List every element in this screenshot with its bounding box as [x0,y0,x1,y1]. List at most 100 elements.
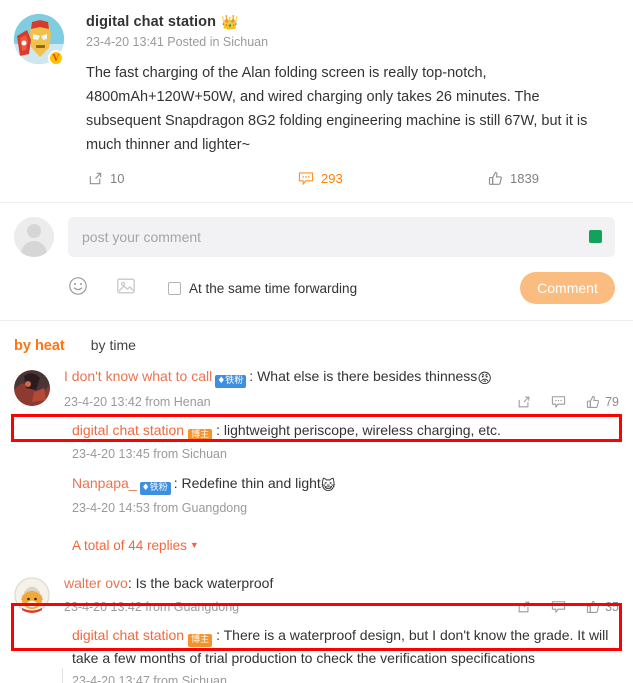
comment-text-line: walter ovo: Is the back waterproof [64,573,619,594]
comment-separator: : [127,575,132,591]
thumbs-up-icon [586,600,600,613]
reply-text: lightweight periscope, wireless charging… [223,422,501,438]
share-icon [89,172,102,185]
comment-reply-action[interactable] [551,600,566,614]
reply-text-line: Nanpapa_ ♦铁粉: Redefine thin and light😺 [72,472,619,496]
commenter-avatar[interactable] [14,577,50,613]
share-icon [518,601,530,613]
comment-share-action[interactable] [517,395,531,409]
comment-meta-row: 23-4-20 13:42 from Guangdong 35 [64,600,619,614]
reply-item: Nanpapa_ ♦铁粉: Redefine thin and light😺 23… [72,472,619,515]
reply-emoji: 😺 [320,477,336,493]
commenter-name[interactable]: I don't know what to call [64,368,212,384]
composer-tools: At the same time forwarding Comment [68,272,615,304]
reply-author-name[interactable]: digital chat station [72,627,184,643]
thumbs-up-icon [586,395,600,408]
comment-text-line: I don't know what to call ♦铁粉: What else … [64,366,619,389]
fan-badge: ♦铁粉 [139,482,171,495]
author-row: digital chat station 👑 [86,14,615,30]
input-status-indicator [589,230,602,243]
forward-checkbox[interactable] [168,281,181,295]
like-action[interactable]: 1839 [488,171,608,186]
submit-comment-button[interactable]: Comment [520,272,615,304]
comment-bubble-icon [298,172,314,185]
comment-composer: post your comment At the same time forwa… [0,203,633,304]
comment-actions: 79 [517,395,619,409]
reply-author-name[interactable]: digital chat station [72,422,184,438]
comment-share-action[interactable] [517,600,531,614]
reply-separator: : [216,422,220,438]
more-replies-link[interactable]: A total of 44 replies ▼ [72,538,199,553]
comment-body: I don't know what to call ♦铁粉: What else … [50,366,619,555]
reply-author-name[interactable]: Nanpapa_ [72,475,137,491]
author-avatar-wrap: V [14,14,66,186]
post-meta: 23-4-20 13:41 Posted in Sichuan [86,35,269,49]
comment-emoji: 😡 [477,370,492,386]
comment-separator: : [249,368,254,384]
tab-by-heat[interactable]: by heat [14,338,65,354]
comment-like-action[interactable]: 35 [586,600,619,614]
comment-reply-action[interactable] [551,395,566,409]
chevron-down-icon: ▼ [189,540,199,550]
reply-list: digital chat station 博主: lightweight peri… [64,419,619,555]
comment-action[interactable]: 293 [298,171,488,186]
weibo-post-page: V digital chat station 👑 23-4-20 13:41 P… [0,0,633,683]
share-icon [518,396,530,408]
reply-meta: 23-4-20 14:53 from Guangdong [72,501,248,515]
sort-tabs: by heat by time [0,320,633,354]
comment-meta: 23-4-20 13:42 from Henan [64,395,211,409]
picture-icon[interactable] [116,276,144,301]
share-count: 10 [110,171,125,186]
reply-item: digital chat station 博主: There is a water… [72,624,619,683]
comment-text: Is the back waterproof [135,575,274,591]
comment-count: 293 [321,171,343,186]
post-body: digital chat station 👑 23-4-20 13:41 Pos… [66,14,615,186]
main-post: V digital chat station 👑 23-4-20 13:41 P… [0,0,633,186]
crown-emoji: 👑 [221,14,239,30]
tab-by-time[interactable]: by time [91,337,136,353]
comment-item: I don't know what to call ♦铁粉: What else … [14,366,633,555]
reply-meta: 23-4-20 13:45 from Sichuan [72,447,227,461]
verified-badge-icon: V [48,50,64,66]
post-author-name[interactable]: digital chat station [86,14,216,30]
avatar-image [14,370,50,406]
comment-bubble-icon [551,601,566,613]
comment-bubble-icon [551,396,566,408]
like-count: 1839 [510,171,539,186]
comment-meta-row: 23-4-20 13:42 from Henan 79 [64,395,619,409]
blogger-badge: 博主 [188,429,213,442]
reply-text: Redefine thin and light [181,475,321,491]
comment-list: I don't know what to call ♦铁粉: What else … [0,354,633,683]
forward-checkbox-label[interactable]: At the same time forwarding [168,281,357,296]
forward-label-text: At the same time forwarding [189,280,358,296]
comment-actions: 35 [517,600,619,614]
share-action[interactable]: 10 [88,171,298,186]
reply-item: digital chat station 博主: lightweight peri… [72,419,619,461]
reply-text-line: digital chat station 博主: There is a water… [72,624,619,669]
comment-like-count: 35 [605,600,619,614]
reply-meta: 23-4-20 13:47 from Sichuan [72,674,227,683]
avatar-image [14,577,50,613]
composer-right: post your comment At the same time forwa… [54,217,615,304]
current-user-avatar[interactable] [14,217,54,257]
comment-like-action[interactable]: 79 [586,395,619,409]
blogger-badge: 博主 [188,634,213,647]
thread-line [62,668,63,683]
post-action-bar: 10 293 1839 [86,171,615,186]
reply-text-line: digital chat station 博主: lightweight peri… [72,419,619,442]
reply-separator: : [216,627,220,643]
comment-like-count: 79 [605,395,619,409]
comment-body: walter ovo: Is the back waterproof 23-4-… [50,573,619,683]
post-text: The fast charging of the Alan folding sc… [86,65,588,153]
comment-item: walter ovo: Is the back waterproof 23-4-… [14,573,633,683]
smiley-icon[interactable] [68,276,96,301]
reply-separator: : [173,475,178,491]
comment-input-box[interactable]: post your comment [68,217,615,257]
thumbs-up-icon [488,171,502,185]
comment-input-placeholder: post your comment [82,229,202,245]
commenter-avatar[interactable] [14,370,50,406]
fan-badge: ♦铁粉 [215,375,247,388]
commenter-name[interactable]: walter ovo [64,575,128,591]
reply-list: digital chat station 博主: There is a water… [64,624,619,683]
comment-meta: 23-4-20 13:42 from Guangdong [64,600,240,614]
